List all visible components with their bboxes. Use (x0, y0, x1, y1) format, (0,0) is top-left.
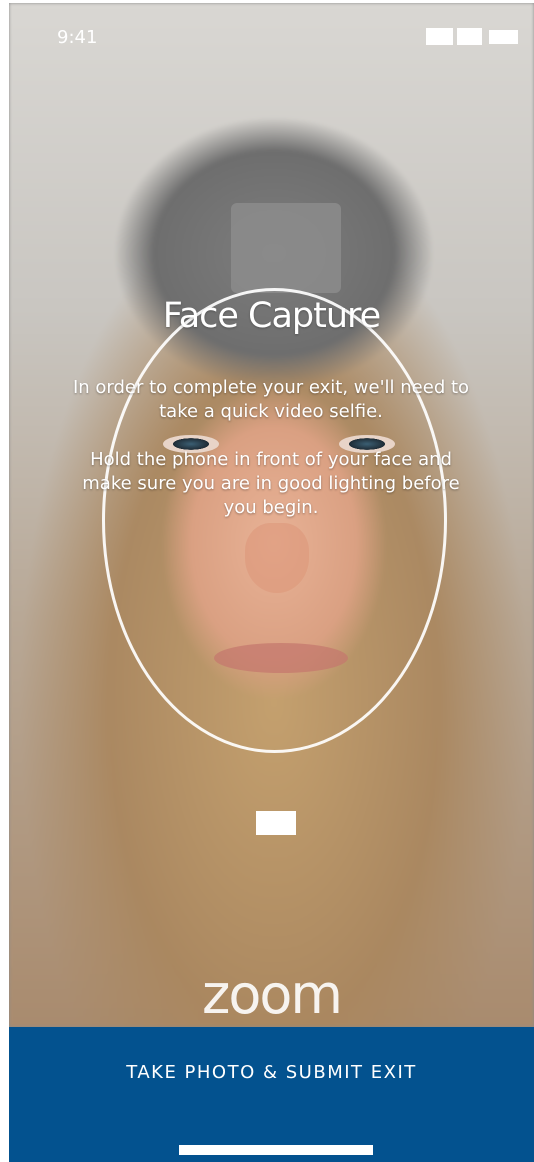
home-indicator[interactable] (179, 1145, 373, 1155)
status-time: 9:41 (57, 27, 98, 48)
battery-icon (489, 30, 518, 44)
instructions: In order to complete your exit, we'll ne… (71, 376, 471, 544)
signal-icon (426, 28, 453, 45)
wifi-icon (457, 28, 482, 45)
page-title: Face Capture (162, 296, 381, 336)
camera-preview-beanie-patch (231, 203, 341, 293)
action-bar: TAKE PHOTO & SUBMIT EXIT (9, 1027, 534, 1162)
zoom-logo: zoom (201, 963, 343, 1026)
capture-indicator-icon (256, 811, 296, 835)
instruction-paragraph-1: In order to complete your exit, we'll ne… (72, 377, 470, 422)
phone-screen: 9:41 Face Capture In order to complete y… (9, 3, 534, 1162)
take-photo-submit-exit-button[interactable]: TAKE PHOTO & SUBMIT EXIT (9, 1027, 534, 1117)
instruction-paragraph-2: Hold the phone in front of your face and… (82, 449, 460, 518)
